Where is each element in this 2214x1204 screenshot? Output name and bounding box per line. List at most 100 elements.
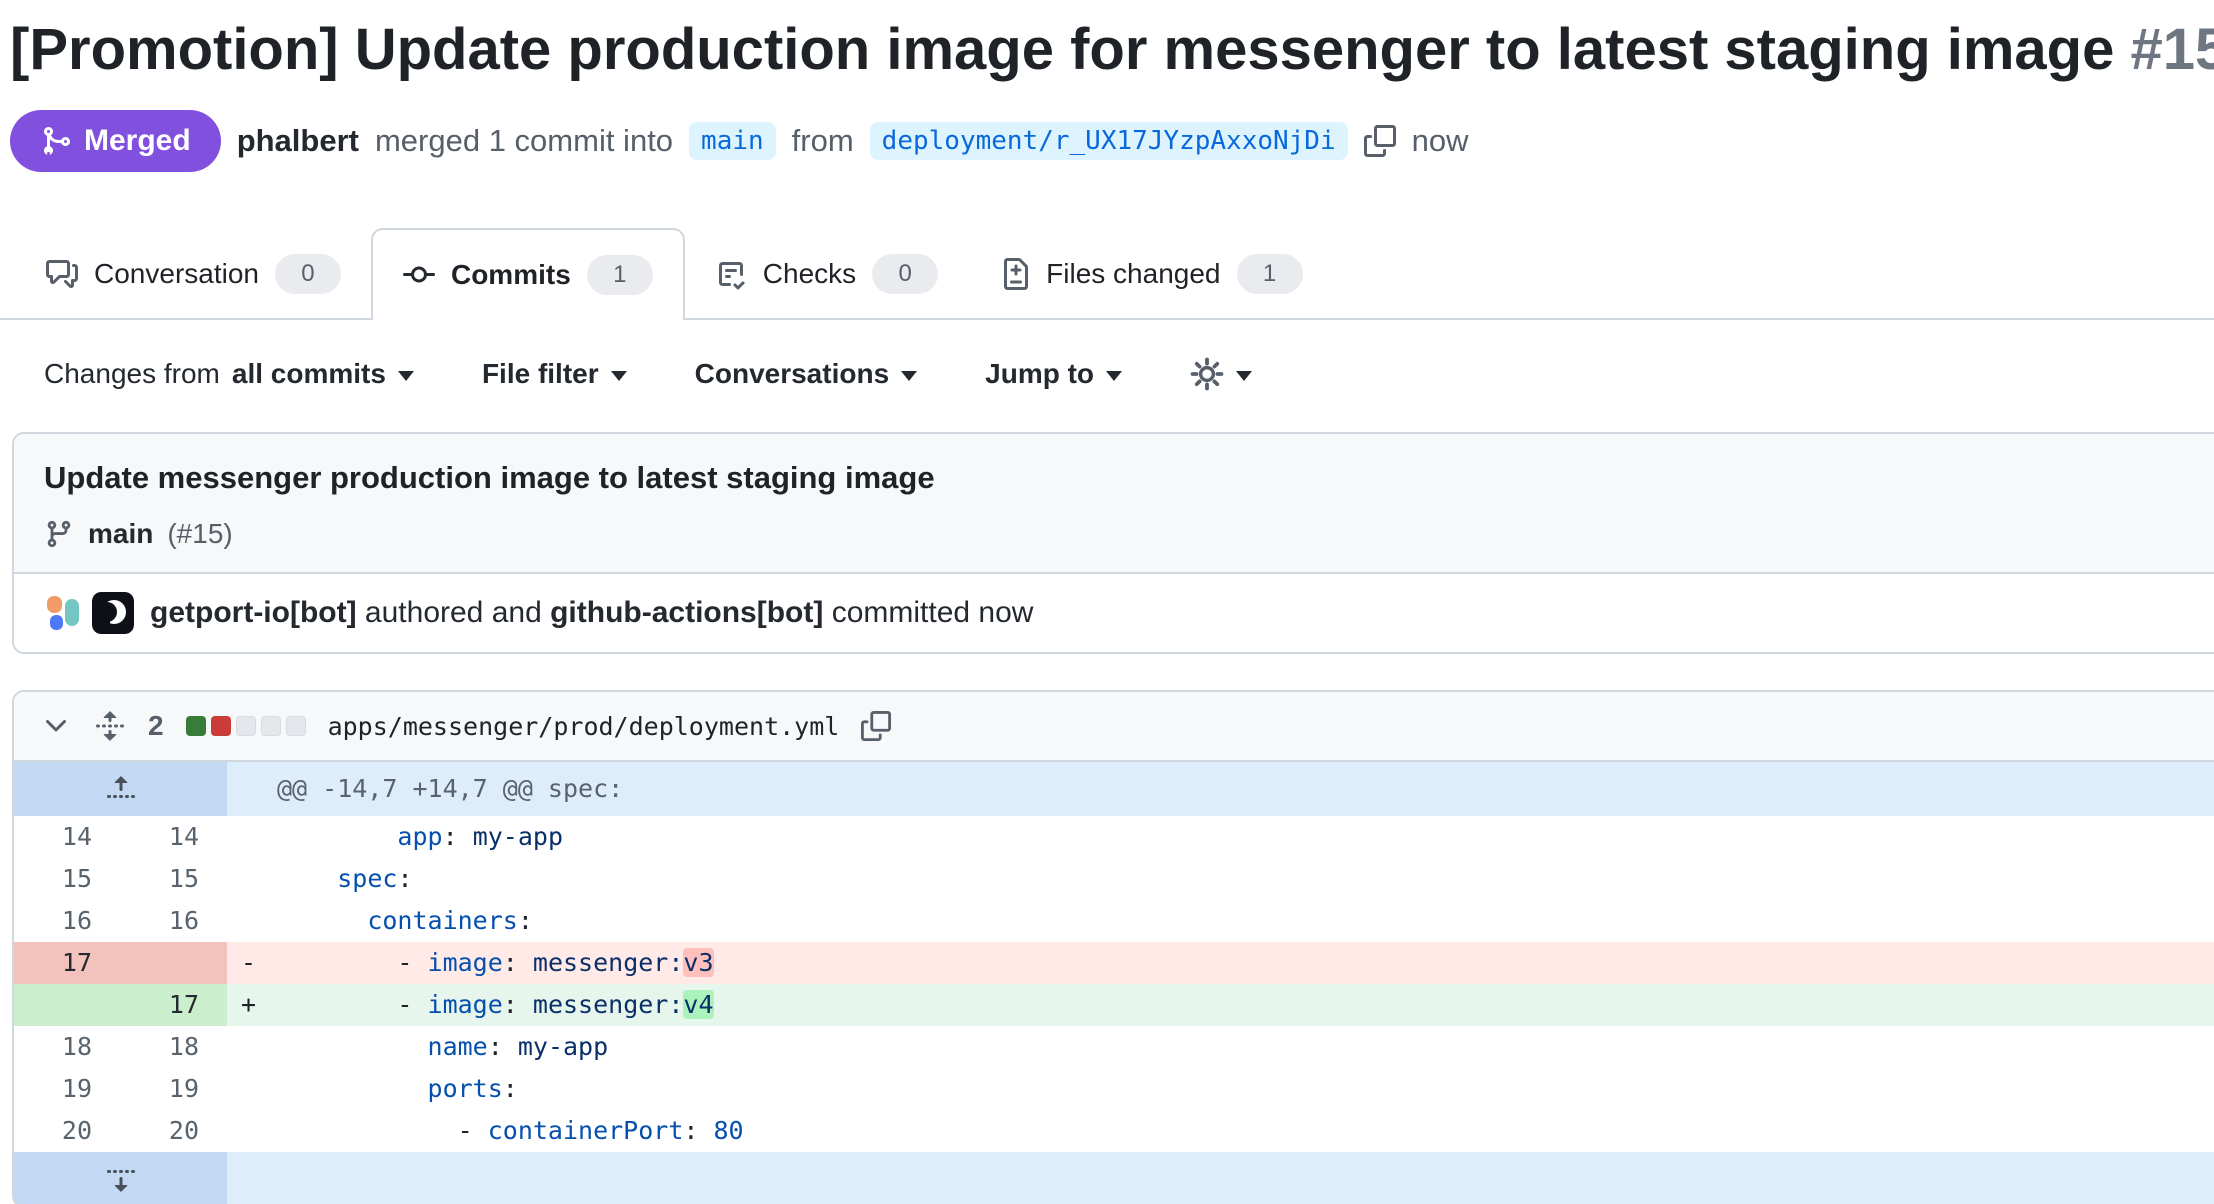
tab-label: Files changed bbox=[1046, 258, 1220, 290]
expand-down-button[interactable] bbox=[14, 1152, 227, 1204]
jump-to-label: Jump to bbox=[985, 358, 1094, 390]
diff-marker: + bbox=[241, 984, 277, 1026]
diffstat-square-neutral bbox=[286, 716, 306, 736]
line-number-new[interactable]: 20 bbox=[120, 1110, 227, 1152]
tab-conversation[interactable]: Conversation 0 bbox=[16, 230, 371, 318]
line-number-new[interactable]: 19 bbox=[120, 1068, 227, 1110]
dropdown-caret bbox=[1236, 371, 1252, 381]
commit-target-branch[interactable]: main bbox=[88, 518, 153, 550]
tab-counter: 1 bbox=[1237, 254, 1303, 294]
commit-card: Update messenger production image to lat… bbox=[12, 432, 2214, 654]
pr-title: [Promotion] Update production image for … bbox=[10, 14, 2214, 86]
conversations-dropdown[interactable]: Conversations bbox=[689, 357, 924, 391]
copy-icon bbox=[861, 711, 891, 741]
committed-text: committed now bbox=[823, 596, 1033, 629]
dropdown-caret bbox=[901, 371, 917, 381]
line-number-old[interactable] bbox=[14, 984, 120, 1026]
code-line: containers: bbox=[227, 900, 2214, 942]
line-number-old[interactable]: 15 bbox=[14, 858, 120, 900]
code-line: - - image: messenger:v3 bbox=[227, 942, 2214, 984]
commit-committer-name[interactable]: github-actions[bot] bbox=[550, 596, 823, 629]
getport-bot-avatar[interactable] bbox=[44, 592, 86, 634]
line-number-new[interactable] bbox=[120, 942, 227, 984]
changes-from-prefix: Changes from bbox=[44, 358, 220, 390]
diffstat-square-neutral bbox=[261, 716, 281, 736]
commit-pr-ref[interactable]: (#15) bbox=[167, 518, 232, 550]
line-number-new[interactable]: 15 bbox=[120, 858, 227, 900]
code-line: name: my-app bbox=[227, 1026, 2214, 1068]
tab-checks[interactable]: Checks 0 bbox=[685, 230, 968, 318]
diff-row-ctx: 1818 name: my-app bbox=[14, 1026, 2214, 1068]
file-path[interactable]: apps/messenger/prod/deployment.yml bbox=[328, 712, 840, 741]
diffstat bbox=[186, 716, 306, 736]
diff-file-card: 2 apps/messenger/prod/deployment.yml @@ … bbox=[12, 690, 2214, 1204]
dropdown-caret bbox=[611, 371, 627, 381]
copy-branch-button[interactable] bbox=[1364, 125, 1396, 157]
dropdown-caret bbox=[1106, 371, 1122, 381]
diff-settings-dropdown[interactable] bbox=[1184, 356, 1258, 392]
line-number-old[interactable]: 19 bbox=[14, 1068, 120, 1110]
line-number-old[interactable]: 16 bbox=[14, 900, 120, 942]
diff-row-expand-down bbox=[14, 1152, 2214, 1204]
tab-label: Conversation bbox=[94, 258, 259, 290]
merge-time[interactable]: now bbox=[1412, 123, 1469, 159]
conversations-label: Conversations bbox=[695, 358, 890, 390]
jump-to-dropdown[interactable]: Jump to bbox=[979, 357, 1128, 391]
pr-author-login[interactable]: phalbert bbox=[237, 123, 359, 159]
diff-row-ctx: 1616 containers: bbox=[14, 900, 2214, 942]
tab-files-changed[interactable]: Files changed 1 bbox=[968, 230, 1332, 318]
git-merge-icon bbox=[40, 125, 72, 157]
changes-from-value: all commits bbox=[232, 358, 386, 390]
expand-up-button[interactable] bbox=[14, 762, 227, 816]
code-line: + - image: messenger:v4 bbox=[227, 984, 2214, 1026]
diff-row-ctx: 2020 - containerPort: 80 bbox=[14, 1110, 2214, 1152]
tab-commits[interactable]: Commits 1 bbox=[371, 228, 685, 320]
file-filter-label: File filter bbox=[482, 358, 599, 390]
git-commit-icon bbox=[403, 259, 435, 291]
commit-attribution: getport-io[bot] authored and github-acti… bbox=[150, 596, 1033, 630]
pr-tabs: Conversation 0 Commits 1 Checks 0 Files … bbox=[0, 228, 2214, 320]
tab-counter: 1 bbox=[587, 255, 653, 295]
line-number-old[interactable]: 18 bbox=[14, 1026, 120, 1068]
line-number-new[interactable]: 16 bbox=[120, 900, 227, 942]
commit-author-name[interactable]: getport-io[bot] bbox=[150, 596, 357, 629]
base-branch-label[interactable]: main bbox=[689, 122, 776, 160]
expander-area bbox=[227, 1152, 2214, 1204]
status-badge: Merged bbox=[10, 110, 221, 172]
diffstat-square-added bbox=[186, 716, 206, 736]
authored-text: authored and bbox=[357, 596, 551, 629]
code-line: app: my-app bbox=[227, 816, 2214, 858]
diffstat-square-deleted bbox=[211, 716, 231, 736]
gear-icon bbox=[1190, 357, 1224, 391]
copy-icon bbox=[1364, 125, 1396, 157]
pr-meta: Merged phalbert merged 1 commit into mai… bbox=[10, 110, 2214, 172]
line-number-old[interactable]: 14 bbox=[14, 816, 120, 858]
from-text: from bbox=[792, 123, 854, 159]
github-actions-bot-avatar[interactable] bbox=[92, 592, 134, 634]
commit-branch-row: main (#15) bbox=[44, 518, 2214, 550]
diff-row-del: 17 - - image: messenger:v3 bbox=[14, 942, 2214, 984]
commit-header: Update messenger production image to lat… bbox=[14, 434, 2214, 574]
copy-file-path-button[interactable] bbox=[861, 711, 891, 741]
tab-label: Commits bbox=[451, 259, 571, 291]
line-number-new[interactable]: 14 bbox=[120, 816, 227, 858]
code-line: spec: bbox=[227, 858, 2214, 900]
line-number-new[interactable]: 17 bbox=[120, 984, 227, 1026]
commit-title[interactable]: Update messenger production image to lat… bbox=[44, 460, 2214, 496]
file-diff-icon bbox=[998, 258, 1030, 290]
line-number-new[interactable]: 18 bbox=[120, 1026, 227, 1068]
head-branch-label[interactable]: deployment/r_UX17JYzpAxxoNjDi bbox=[870, 122, 1348, 160]
code-line: - containerPort: 80 bbox=[227, 1110, 2214, 1152]
git-branch-icon bbox=[44, 519, 74, 549]
line-number-old[interactable]: 20 bbox=[14, 1110, 120, 1152]
collapse-file-button[interactable] bbox=[40, 710, 72, 742]
code-line: ports: bbox=[227, 1068, 2214, 1110]
line-number-old[interactable]: 17 bbox=[14, 942, 120, 984]
changes-from-dropdown[interactable]: Changes from all commits bbox=[38, 357, 420, 391]
file-changes-count: 2 bbox=[148, 710, 164, 742]
merge-action-text: merged 1 commit into bbox=[375, 123, 673, 159]
diff-row-ctx: 1515 spec: bbox=[14, 858, 2214, 900]
checklist-icon bbox=[715, 258, 747, 290]
expand-all-button[interactable] bbox=[94, 710, 126, 742]
file-filter-dropdown[interactable]: File filter bbox=[476, 357, 633, 391]
